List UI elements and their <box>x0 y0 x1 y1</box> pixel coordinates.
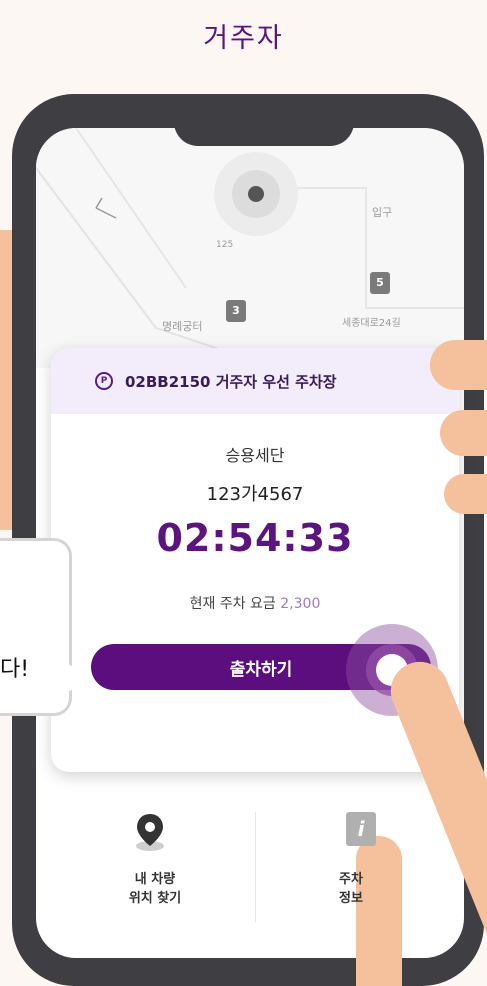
parking-timer: 02:54:33 <box>156 516 354 560</box>
parking-fee: 현재 주차 요금 2,300 <box>51 593 459 613</box>
map-pin-3[interactable]: 3 <box>226 300 246 322</box>
info-icon: i <box>346 812 376 846</box>
menu-divider <box>255 812 256 922</box>
parking-icon: P <box>95 372 113 390</box>
map-view[interactable]: 입구 125 명례궁터 세종대로24길 3 5 <box>36 128 464 368</box>
map-label-number: 125 <box>216 240 234 250</box>
find-my-car-line1: 내 차량 <box>134 872 176 887</box>
map-roads <box>36 128 464 368</box>
right-hand-finger-1 <box>430 340 487 390</box>
speech-bubble-text: 다! <box>0 657 30 682</box>
fee-label: 현재 주차 요금 <box>189 596 276 612</box>
right-hand-finger-2 <box>440 410 487 456</box>
page-title: 거주자 <box>203 23 284 54</box>
map-label-palace: 명례궁터 <box>162 320 203 333</box>
car-type: 승용세단 <box>225 446 285 465</box>
parking-info-button[interactable]: 주차 정보 <box>296 870 406 908</box>
map-pin-icon <box>136 814 164 851</box>
map-label-street: 세종대로24길 <box>342 318 401 329</box>
find-my-car-line2: 위치 찾기 <box>128 891 182 906</box>
map-label-entrance: 입구 <box>372 206 393 219</box>
thumb <box>356 836 402 986</box>
right-hand-finger-3 <box>444 474 487 514</box>
fee-amount: 2,300 <box>280 596 321 612</box>
parking-info-line1: 주차 <box>339 872 363 887</box>
parking-lot-name: 02BB2150 거주자 우선 주차장 <box>125 372 337 391</box>
parking-lot-header: P 02BB2150 거주자 우선 주차장 <box>51 348 459 414</box>
find-my-car-button[interactable]: 내 차량 위치 찾기 <box>100 870 210 908</box>
speech-bubble-tail <box>60 660 94 696</box>
phone-notch <box>174 94 354 146</box>
map-pin-5[interactable]: 5 <box>370 272 390 294</box>
parking-info-line2: 정보 <box>339 891 363 906</box>
license-plate: 123가4567 <box>206 484 304 505</box>
